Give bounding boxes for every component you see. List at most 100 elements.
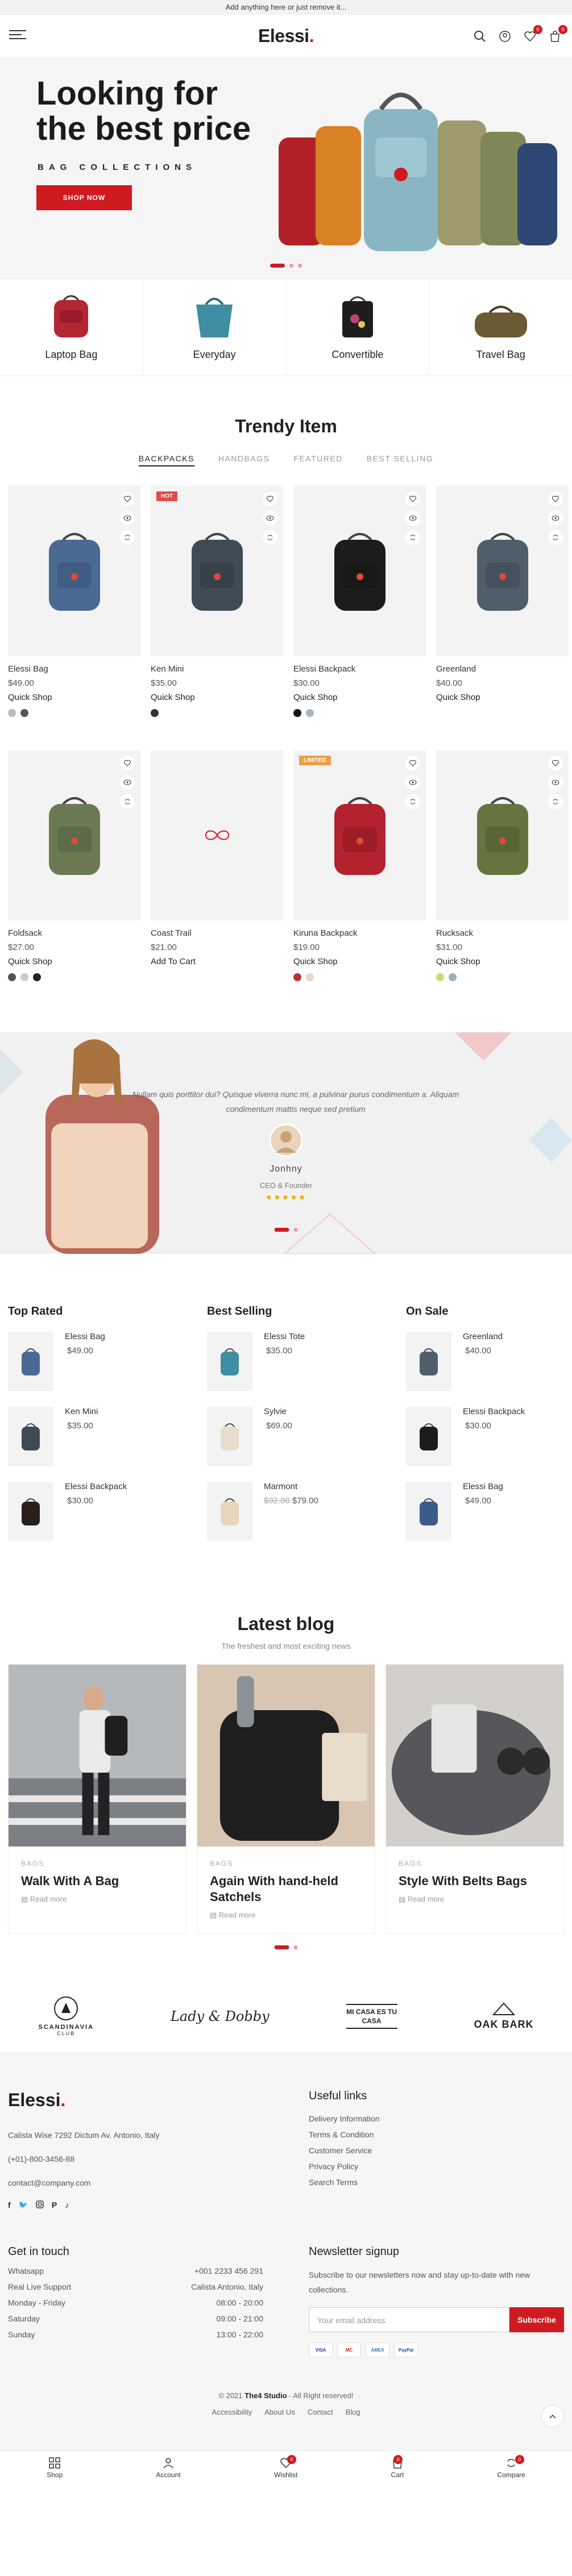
color-swatch[interactable] [436, 973, 444, 981]
wishlist-heart-icon[interactable] [120, 756, 135, 770]
compare-icon[interactable] [263, 530, 277, 545]
wishlist-heart-icon[interactable] [263, 491, 277, 506]
blog-post-title[interactable]: Again With hand-held Satchels [210, 1873, 362, 1905]
footer-email[interactable]: contact@company.com [8, 2175, 263, 2190]
user-icon[interactable] [497, 28, 513, 44]
product-name[interactable]: Rucksack [436, 928, 569, 938]
product-image-area[interactable] [8, 750, 140, 920]
category-travel-bag[interactable]: Travel Bag [429, 280, 572, 376]
brand-mi-casa[interactable]: MI CASA ES TU CASA [346, 2003, 397, 2029]
list-item-name[interactable]: Elessi Bag [463, 1482, 503, 1491]
compare-icon[interactable] [405, 794, 420, 809]
site-logo[interactable]: Elessi. [258, 26, 314, 47]
compare-icon[interactable] [405, 530, 420, 545]
product-card[interactable]: Rucksack $31.00 Quick Shop [436, 750, 569, 981]
wishlist-heart-icon[interactable] [405, 491, 420, 506]
brand-oak-bark[interactable]: OAK BARK [474, 2002, 534, 2031]
list-item-thumb[interactable] [207, 1482, 252, 1541]
footer-link[interactable]: Customer Service [309, 2146, 564, 2155]
facebook-icon[interactable]: f [8, 2200, 11, 2211]
color-swatch[interactable] [8, 709, 16, 717]
wishlist-heart-icon[interactable] [405, 756, 420, 770]
link-contact[interactable]: Contact [308, 2408, 333, 2416]
slider-dot[interactable] [293, 1228, 298, 1232]
list-item[interactable]: Elessi Backpack $30.00 [406, 1407, 564, 1466]
quick-shop-link[interactable]: Quick Shop [293, 957, 426, 966]
quick-view-eye-icon[interactable] [120, 511, 135, 526]
nav-account[interactable]: Account [156, 2457, 181, 2479]
blog-post-title[interactable]: Walk With A Bag [21, 1873, 173, 1889]
list-item-thumb[interactable] [406, 1332, 451, 1391]
color-swatch[interactable] [293, 973, 301, 981]
tab-handbags[interactable]: HANDBAGS [218, 454, 270, 466]
read-more-link[interactable]: ▤ Read more [21, 1895, 173, 1904]
quick-view-eye-icon[interactable] [548, 775, 563, 790]
product-name[interactable]: Greenland [436, 664, 569, 674]
blog-card[interactable]: BAGS Style With Belts Bags ▤ Read more [386, 1664, 564, 1934]
blog-post-title[interactable]: Style With Belts Bags [399, 1873, 551, 1889]
product-card[interactable]: Elessi Bag $49.00 Quick Shop [8, 486, 140, 717]
list-item-name[interactable]: Sylvie [264, 1407, 292, 1416]
product-name[interactable]: Ken Mini [151, 664, 283, 674]
quick-view-eye-icon[interactable] [120, 775, 135, 790]
slider-dot[interactable] [274, 1945, 289, 1949]
slider-dot[interactable] [270, 264, 285, 268]
list-item[interactable]: Ken Mini $35.00 [8, 1407, 166, 1466]
link-blog[interactable]: Blog [346, 2408, 360, 2416]
nav-cart[interactable]: 0 Cart [391, 2454, 404, 2479]
color-swatch[interactable] [151, 709, 159, 717]
list-item[interactable]: Elessi Bag $49.00 [406, 1482, 564, 1541]
product-image-area[interactable] [436, 486, 569, 656]
menu-icon[interactable] [9, 29, 26, 43]
product-card[interactable]: LIMITED Kiruna Backpack $19.00 Quick Sho… [293, 750, 426, 981]
product-image-area[interactable]: HOT [151, 486, 283, 656]
list-item-thumb[interactable] [8, 1407, 53, 1466]
color-swatch[interactable] [306, 973, 314, 981]
blog-card[interactable]: BAGS Again With hand-held Satchels ▤ Read … [197, 1664, 375, 1934]
nav-wishlist[interactable]: 0 Wishlist [274, 2454, 297, 2479]
list-item-thumb[interactable] [406, 1482, 451, 1541]
product-card[interactable]: HOT Ken Mini $35.00 Quick Shop [151, 486, 283, 717]
blog-card[interactable]: BAGS Walk With A Bag ▤ Read more [8, 1664, 186, 1934]
quick-view-eye-icon[interactable] [548, 511, 563, 526]
product-image-area[interactable]: LIMITED [293, 750, 426, 920]
wishlist-icon[interactable]: 0 [522, 24, 542, 44]
compare-icon[interactable] [548, 530, 563, 545]
brand-scandinavia[interactable]: SCANDINAVIA CLUB [38, 1996, 94, 2036]
slider-dot[interactable] [274, 1228, 289, 1232]
list-item-name[interactable]: Elessi Backpack [463, 1407, 525, 1416]
product-name[interactable]: Foldsack [8, 928, 140, 938]
tiktok-icon[interactable]: ♪ [65, 2200, 69, 2211]
nav-compare[interactable]: 0 Compare [497, 2454, 525, 2479]
product-card[interactable]: Elessi Backpack $30.00 Quick Shop [293, 486, 426, 717]
back-to-top-button[interactable] [541, 2405, 564, 2428]
compare-icon[interactable] [120, 530, 135, 545]
search-icon[interactable] [472, 28, 488, 44]
footer-link[interactable]: Terms & Condition [309, 2130, 564, 2139]
pinterest-icon[interactable]: P [52, 2200, 57, 2211]
list-item-thumb[interactable] [8, 1332, 53, 1391]
category-everyday[interactable]: Everyday [143, 280, 287, 376]
list-item-name[interactable]: Marmont [264, 1482, 318, 1491]
product-card[interactable]: Coast Trail $21.00 Add To Cart [151, 750, 283, 981]
footer-link[interactable]: Delivery Information [309, 2114, 564, 2123]
color-swatch[interactable] [8, 973, 16, 981]
quick-shop-link[interactable]: Quick Shop [8, 957, 140, 966]
list-item[interactable]: Sylvie $69.00 [207, 1407, 365, 1466]
list-item-thumb[interactable] [207, 1407, 252, 1466]
cart-icon[interactable]: 0 [547, 24, 567, 44]
compare-icon[interactable] [548, 794, 563, 809]
quick-view-eye-icon[interactable] [263, 511, 277, 526]
wishlist-heart-icon[interactable] [548, 491, 563, 506]
shop-now-button[interactable]: SHOP NOW [36, 185, 132, 210]
list-item-thumb[interactable] [207, 1332, 252, 1391]
email-input[interactable]: Your email address [309, 2307, 509, 2332]
instagram-icon[interactable] [36, 2200, 44, 2211]
quick-shop-link[interactable]: Quick Shop [151, 693, 283, 702]
quick-shop-link[interactable]: Quick Shop [293, 693, 426, 702]
list-item-name[interactable]: Elessi Backpack [65, 1482, 127, 1491]
product-name[interactable]: Coast Trail [151, 928, 283, 938]
list-item[interactable]: Greenland $40.00 [406, 1332, 564, 1391]
product-name[interactable]: Elessi Backpack [293, 664, 426, 674]
quick-shop-link[interactable]: Quick Shop [8, 693, 140, 702]
